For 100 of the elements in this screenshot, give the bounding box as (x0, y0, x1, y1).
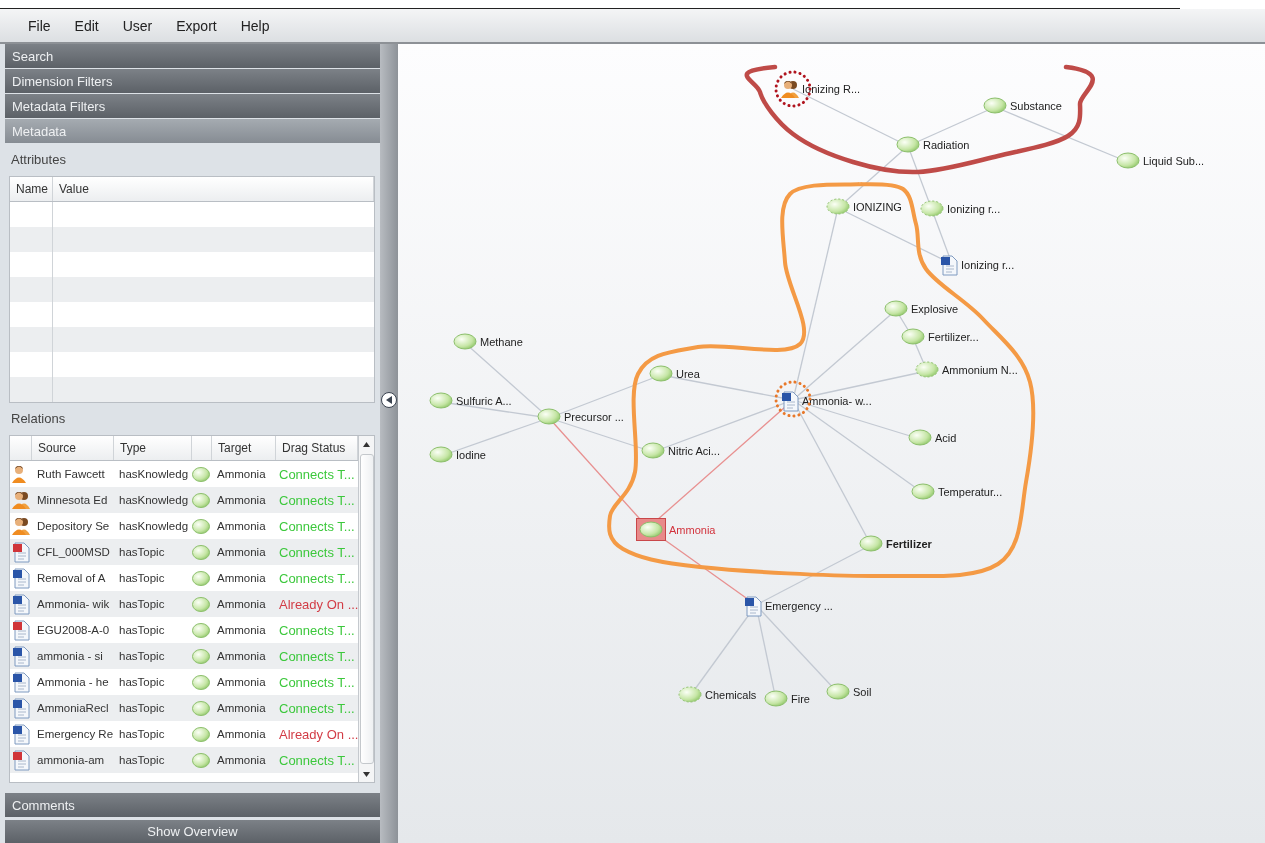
table-cell-text: CFL_000MSD (36, 546, 111, 558)
table-cell-text: EGU2008-A-0 (36, 624, 111, 636)
topic-node-icon (192, 648, 210, 664)
menu-item[interactable]: User (112, 17, 163, 34)
topic-node-icon (192, 752, 210, 768)
table-cell-text: hasKnowledg (118, 468, 190, 480)
node-icon (429, 392, 453, 409)
word-document-icon (940, 254, 958, 276)
column-header[interactable]: Type (114, 436, 192, 460)
accordion-header[interactable]: Comments (5, 793, 380, 817)
table-cell-text: hasTopic (118, 676, 166, 688)
scroll-thumb[interactable] (359, 454, 374, 764)
node-label[interactable]: Substance (1010, 99, 1062, 112)
node-icon (764, 690, 788, 707)
column-header[interactable]: Target (212, 436, 276, 460)
table-cell-text: Ammonia (216, 624, 267, 636)
table-cell-text: Ammonia (216, 650, 267, 662)
table-cell-text: Removal of A (36, 572, 107, 584)
dashed-node-icon (826, 198, 850, 215)
node-label[interactable]: Ammonia- w... (802, 395, 872, 407)
accordion-header[interactable]: Dimension Filters (5, 69, 380, 93)
menu-item[interactable]: Edit (64, 17, 109, 34)
table-cell-text: Ammonia (216, 546, 267, 558)
menu-item[interactable]: Export (166, 17, 227, 34)
node-label[interactable]: Ammonia (669, 523, 716, 536)
node-label[interactable]: Urea (676, 367, 700, 380)
column-header[interactable]: Name (10, 177, 53, 201)
node-label[interactable]: Iodine (456, 448, 486, 461)
selection-frame[interactable] (636, 518, 666, 541)
table-cell-text: hasTopic (118, 546, 166, 558)
node-label[interactable]: Acid (935, 431, 957, 444)
table-cell-text: ammonia - si (36, 650, 104, 662)
topic-node-icon (192, 544, 210, 560)
topic-node-icon (192, 570, 210, 586)
node-label[interactable]: Fire (791, 692, 810, 705)
accordion-header[interactable]: Search (5, 44, 380, 68)
table-cell-text: hasKnowledg (118, 494, 190, 506)
node-label[interactable]: Emergency ... (765, 600, 833, 612)
node-icon (901, 328, 925, 345)
node-label[interactable]: IONIZING (853, 200, 902, 213)
people-icon (781, 79, 799, 99)
topic-node-icon (192, 622, 210, 638)
table-cell-text: Depository Se (36, 520, 111, 532)
status-text: Connects T... (278, 752, 356, 768)
node-label[interactable]: Chemicals (705, 688, 757, 701)
node-icon (639, 521, 663, 538)
node-label[interactable]: Ammonium N... (942, 363, 1018, 376)
node-label[interactable]: Sulfuric A... (456, 394, 512, 407)
status-text: Already On ... (278, 726, 359, 742)
status-text: Connects T... (278, 492, 356, 508)
table-cell-text: Emergency Re (36, 728, 114, 740)
topic-node-icon (192, 466, 210, 482)
table-cell-text: Ammonia (216, 728, 267, 740)
node-icon (826, 683, 850, 700)
column-header[interactable]: Source (32, 436, 114, 460)
section-title: Attributes (10, 151, 67, 169)
scrollbar[interactable] (358, 436, 374, 782)
node-icon (1116, 152, 1140, 169)
topic-node-icon (192, 674, 210, 690)
node-label[interactable]: Fertilizer (886, 537, 932, 550)
table-cell-text: hasTopic (118, 754, 166, 766)
menu-item[interactable]: Help (230, 17, 280, 34)
node-label[interactable]: Fertilizer... (928, 330, 979, 343)
node-label[interactable]: Ionizing r... (947, 202, 1001, 215)
table-cell-text: Ammonia (216, 598, 267, 610)
node-label[interactable]: Precursor ... (564, 410, 624, 423)
show-overview-button[interactable]: Show Overview (5, 820, 380, 843)
node-label[interactable]: Temperatur... (938, 485, 1003, 498)
table-cell-text: hasTopic (118, 650, 166, 662)
column-header[interactable]: Value (53, 177, 374, 201)
table-cell-text: hasTopic (118, 572, 166, 584)
topic-node-icon (192, 700, 210, 716)
menu-item[interactable]: File (18, 17, 61, 34)
node-icon (429, 446, 453, 463)
table-cell-text: Ammonia (216, 520, 267, 532)
table-cell-text: Ammonia (216, 494, 267, 506)
table-cell-text: AmmoniaRecl (36, 702, 110, 714)
collapse-button[interactable] (381, 391, 397, 408)
status-text: Connects T... (278, 648, 356, 664)
table-cell-text: Ruth Fawcett (36, 468, 106, 480)
node-label[interactable]: Explosive (911, 302, 959, 315)
node-label[interactable]: Methane (480, 335, 523, 348)
table-cell-text: Minnesota Ed (36, 494, 109, 506)
people-icon (12, 490, 30, 510)
node-label[interactable]: Ionizing r... (961, 259, 1015, 271)
node-label[interactable]: Radiation (923, 138, 970, 151)
table-cell-text: Ammonia (216, 754, 267, 766)
node-icon (641, 442, 665, 459)
node-label[interactable]: Nitric Aci... (668, 444, 720, 457)
accordion-header[interactable]: Metadata Filters (5, 94, 380, 118)
topic-node-icon (192, 518, 210, 534)
word-document-icon (744, 595, 762, 617)
table-cell-text: hasTopic (118, 598, 166, 610)
table-cell-text: Ammonia - he (36, 676, 110, 688)
table-cell-text: Ammonia- wik (36, 598, 111, 610)
table-cell-text: Ammonia (216, 702, 267, 714)
node-label[interactable]: Soil (853, 685, 872, 698)
node-label[interactable]: Ionizing R... (802, 83, 861, 95)
node-label[interactable]: Liquid Sub... (1143, 154, 1205, 167)
status-text: Connects T... (278, 674, 356, 690)
